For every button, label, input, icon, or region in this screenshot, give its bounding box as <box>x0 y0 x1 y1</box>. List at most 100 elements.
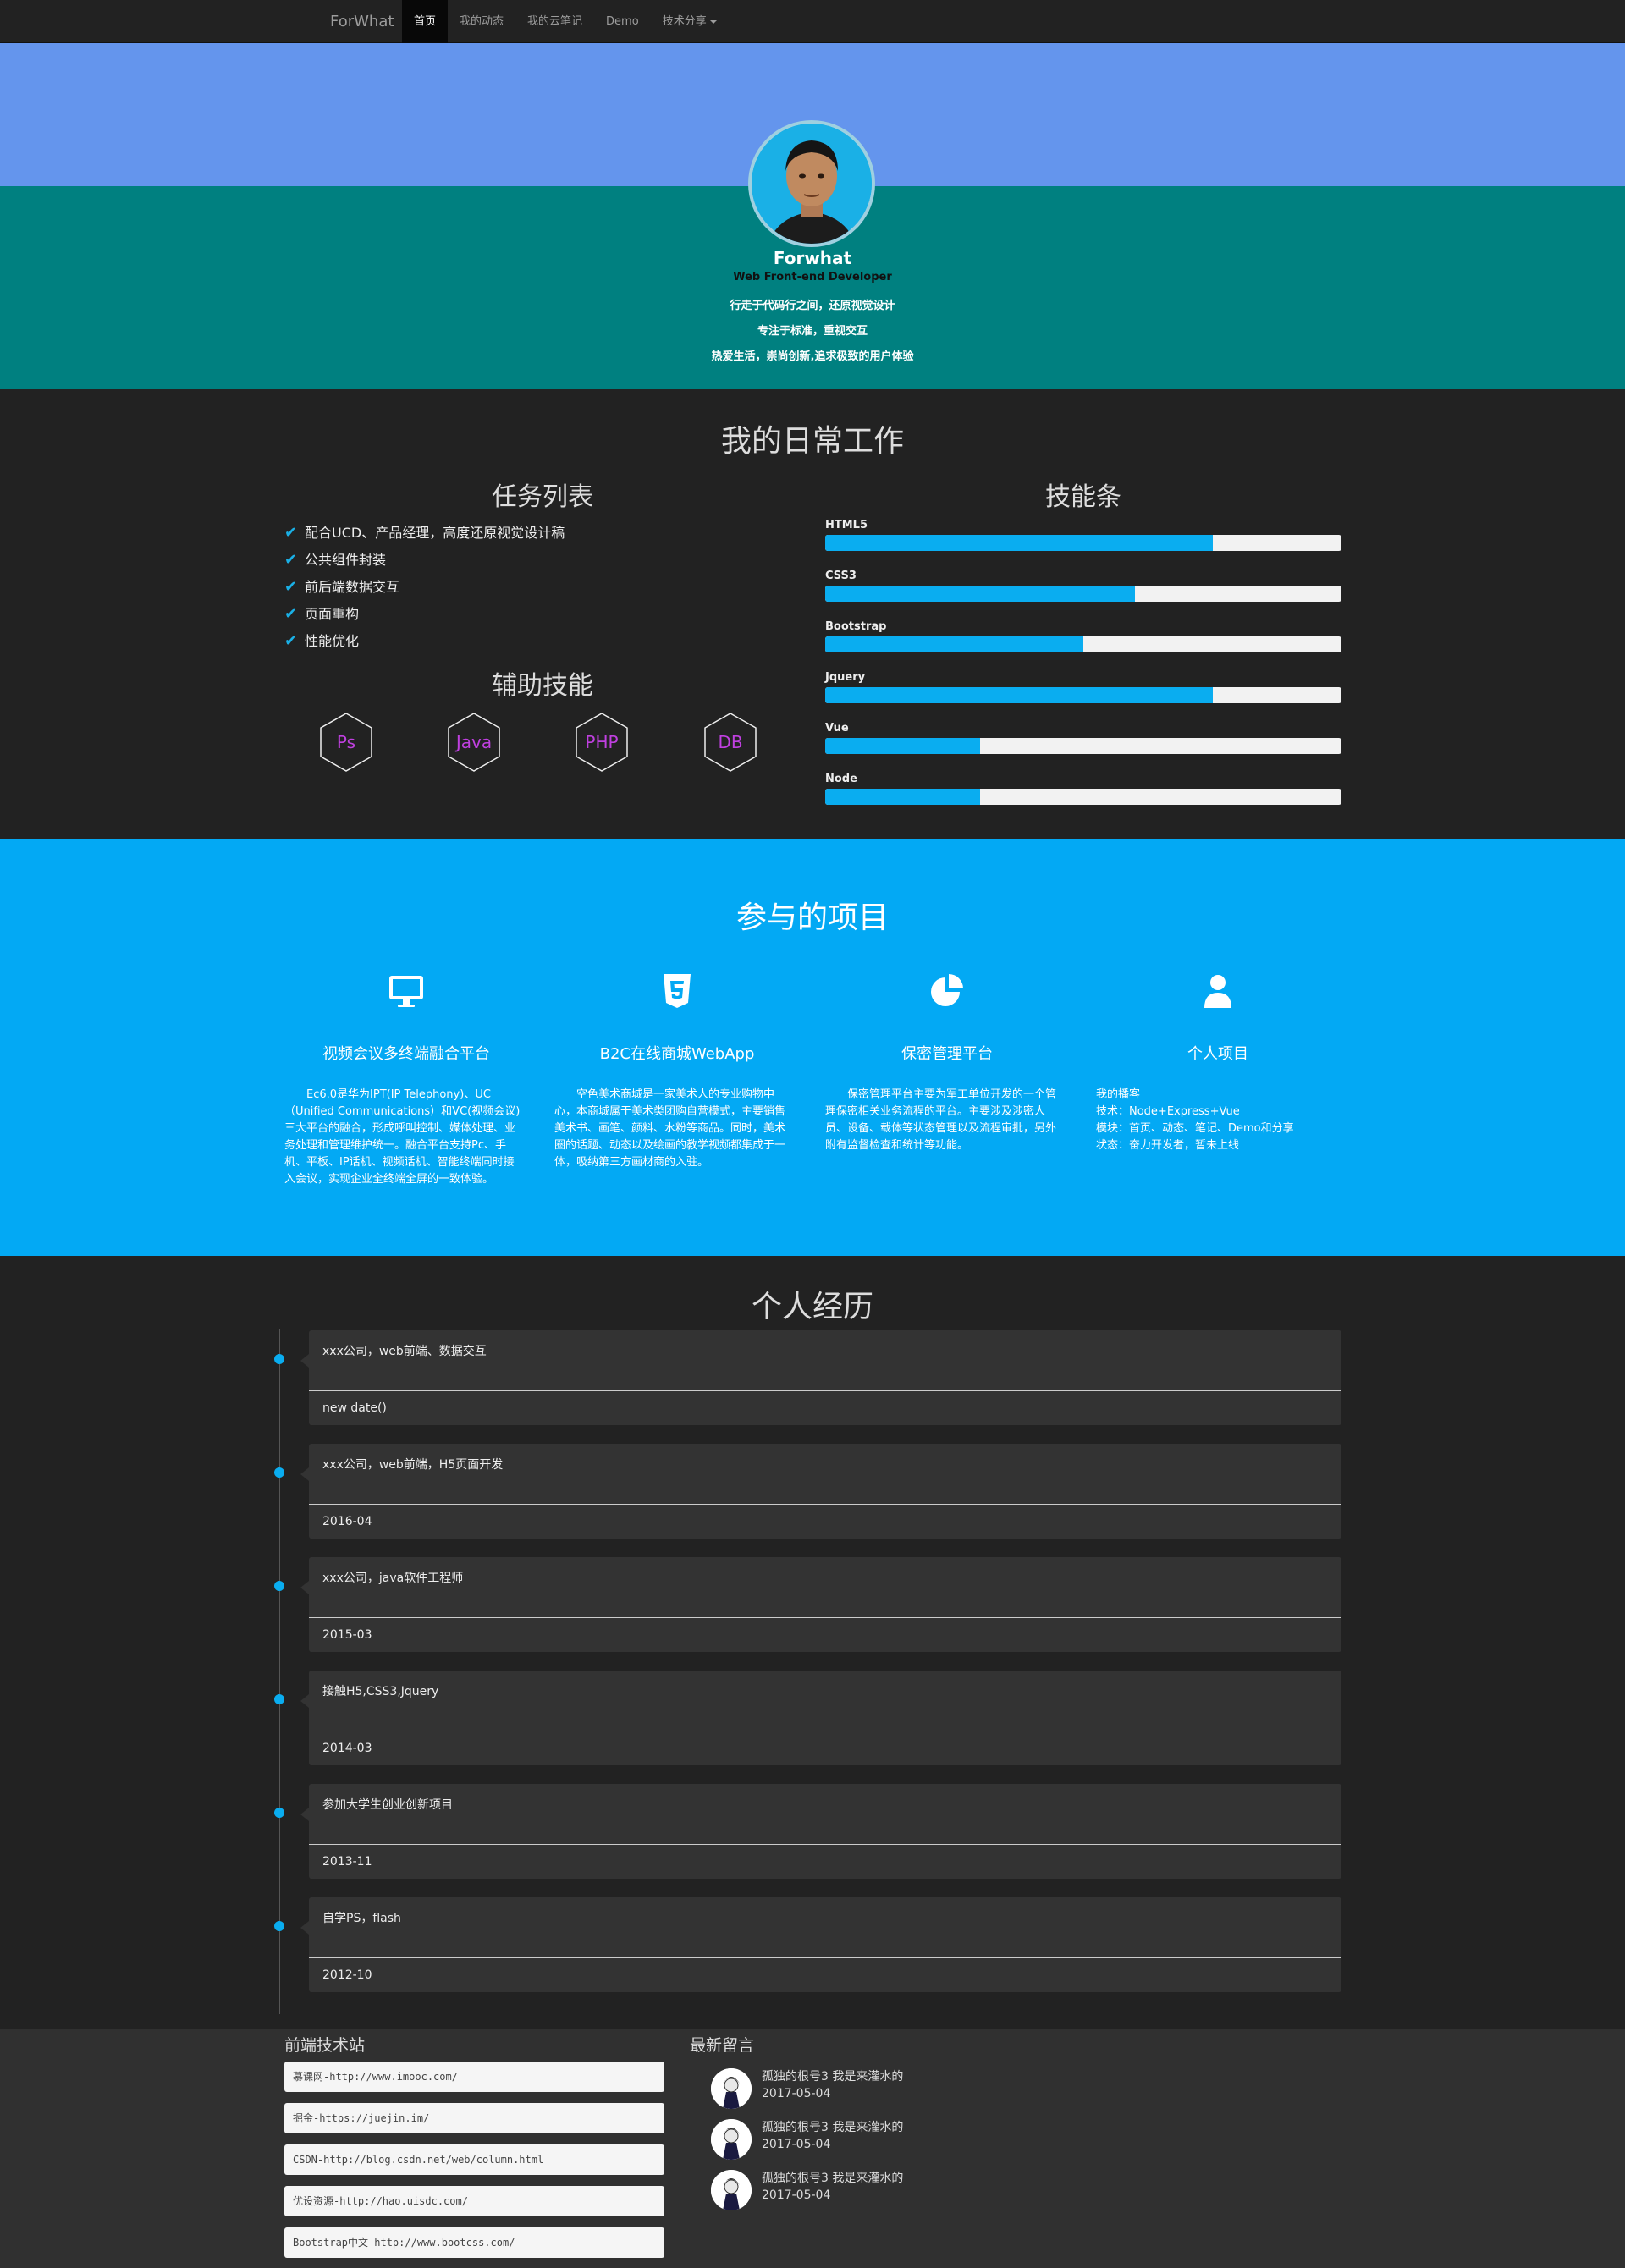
skill-label: Vue <box>825 722 849 735</box>
tech-site-link[interactable]: 优设资源-http://hao.uisdc.com/ <box>284 2186 664 2216</box>
timeline-card-arrow <box>300 1354 309 1368</box>
html5-icon <box>658 972 696 1010</box>
hex-skill-label: Ps <box>336 732 356 752</box>
message-text: 孤独的根号3 我是来灌水的 <box>762 2070 904 2084</box>
nav-item-demo[interactable]: Demo <box>594 0 651 43</box>
project-description: 保密管理平台主要为军工单位开发的一个管理保密相关业务流程的平台。主要涉及涉密人员… <box>825 1088 1057 1152</box>
message-item: 孤独的根号3 我是来灌水的 2017-05-04 <box>762 2170 903 2204</box>
timeline-text: 自学PS，flash <box>322 1912 401 1925</box>
message-item: 孤独的根号3 我是来灌水的 2017-05-04 <box>762 2119 903 2153</box>
timeline-dot <box>274 1467 284 1478</box>
profile-tagline: 行走于代码行之间，还原视觉设计 <box>730 300 895 312</box>
check-icon: ✔ <box>284 551 298 569</box>
experience-title: 个人经历 <box>751 1290 873 1324</box>
project-name[interactable]: 视频会议多终端融合平台 <box>279 1042 533 1064</box>
project-desc-line: 状态：奋力开发者，暂未上线 <box>1096 1139 1240 1152</box>
task-list-title: 任务列表 <box>492 482 593 512</box>
timeline-text: xxx公司，java软件工程师 <box>322 1572 464 1585</box>
timeline-separator <box>309 1390 1341 1391</box>
task-text: 页面重构 <box>305 606 360 622</box>
task-text: 前后端数据交互 <box>305 579 400 595</box>
project-desc-line: 技术：Node+Express+Vue <box>1096 1105 1240 1118</box>
message-item: 孤独的根号3 我是来灌水的 2017-05-04 <box>762 2068 903 2102</box>
timeline-dot <box>274 1921 284 1931</box>
task-text: 性能优化 <box>305 633 360 649</box>
project-description: 空色美术商城是一家美术人的专业购物中心，本商城属于美术类团购自营模式，主要销售美… <box>554 1088 786 1169</box>
hex-skill-label: DB <box>718 732 743 752</box>
skill-bar <box>825 636 1341 652</box>
task-item: ✔ 配合UCD、产品经理，高度还原视觉设计稿 <box>284 520 565 547</box>
hex-skill-db: DB <box>703 712 757 773</box>
task-item: ✔ 前后端数据交互 <box>284 574 565 601</box>
timeline-date: 2014-03 <box>322 1742 372 1755</box>
tech-site-link[interactable]: 掘金-https://juejin.im/ <box>284 2103 664 2133</box>
skill-bar-fill <box>825 636 1083 652</box>
skill-bar <box>825 738 1341 754</box>
timeline-card-arrow <box>300 1467 309 1481</box>
monitor-icon <box>388 972 425 1010</box>
hex-skill-ps: Ps <box>319 712 373 773</box>
skill-label: Bootstrap <box>825 620 887 633</box>
hex-skill-java: Java <box>447 712 501 773</box>
caret-down-icon <box>709 19 717 24</box>
skill-bar-fill <box>825 535 1213 551</box>
skill-bar <box>825 586 1341 602</box>
nav-item-tech-share[interactable]: 技术分享 <box>651 0 729 43</box>
timeline-card-arrow <box>300 1921 309 1935</box>
message-avatar <box>711 2119 752 2160</box>
skill-bar <box>825 535 1341 551</box>
timeline-card-arrow <box>300 1808 309 1821</box>
task-text: 配合UCD、产品经理，高度还原视觉设计稿 <box>305 525 565 541</box>
timeline-text: xxx公司，web前端、数据交互 <box>322 1345 487 1358</box>
tech-site-link[interactable]: CSDN-http://blog.csdn.net/web/column.htm… <box>284 2144 664 2175</box>
timeline-dot <box>274 1694 284 1704</box>
timeline-text: xxx公司，web前端，H5页面开发 <box>322 1458 504 1472</box>
message-text: 孤独的根号3 我是来灌水的 <box>762 2121 904 2134</box>
task-list: ✔ 配合UCD、产品经理，高度还原视觉设计稿 ✔ 公共组件封装 ✔ 前后端数据交互 ✔… <box>284 520 565 655</box>
timeline-card-arrow <box>300 1694 309 1708</box>
nav-item-home[interactable]: 首页 <box>402 0 449 43</box>
timeline-card: 接触H5,CSS3,Jquery 2014-03 <box>300 1671 1341 1765</box>
project-description: 我的播客 技术：Node+Express+Vue 模块：首页、动态、笔记、Dem… <box>1096 1087 1333 1154</box>
check-icon: ✔ <box>284 632 298 650</box>
pie-chart-icon <box>928 972 966 1010</box>
skill-label: HTML5 <box>825 519 868 531</box>
links-title: 前端技术站 <box>284 2036 366 2055</box>
timeline-card-arrow <box>300 1581 309 1594</box>
message-text: 孤独的根号3 我是来灌水的 <box>762 2172 904 2185</box>
message-avatar <box>711 2170 752 2210</box>
check-icon: ✔ <box>284 578 298 596</box>
timeline-date: new date() <box>322 1401 387 1415</box>
hex-skill-label: PHP <box>585 732 619 752</box>
profile-title: Web Front-end Developer <box>733 271 892 284</box>
timeline-date: 2016-04 <box>322 1515 372 1528</box>
timeline-separator <box>309 1504 1341 1505</box>
project-name[interactable]: B2C在线商城WebApp <box>550 1042 804 1064</box>
project-name[interactable]: 保密管理平台 <box>820 1042 1074 1064</box>
nav-menu: 首页 我的动态 我的云笔记 Demo 技术分享 <box>402 0 729 43</box>
navbar: ForWhat 首页 我的动态 我的云笔记 Demo 技术分享 <box>0 0 1625 43</box>
timeline-card: 参加大学生创业创新项目 2013-11 <box>300 1784 1341 1879</box>
brand-link[interactable]: ForWhat <box>330 0 394 43</box>
daily-work-title: 我的日常工作 <box>720 424 904 459</box>
tech-site-link[interactable]: Bootstrap中文-http://www.bootcss.com/ <box>284 2227 664 2258</box>
project-name[interactable]: 个人项目 <box>1091 1042 1345 1064</box>
tech-site-link[interactable]: 慕课网-http://www.imooc.com/ <box>284 2062 664 2092</box>
nav-item-notes[interactable]: 我的云笔记 <box>515 0 594 43</box>
nav-item-tech-share-label: 技术分享 <box>662 15 707 28</box>
project-description: Ec6.0是华为IPT(IP Telephony)、UC（Unified Com… <box>284 1088 521 1186</box>
check-icon: ✔ <box>284 524 298 542</box>
timeline-card: 自学PS，flash 2012-10 <box>300 1897 1341 1992</box>
skill-bar-fill <box>825 586 1135 602</box>
message-avatar <box>711 2068 752 2109</box>
projects-title: 参与的项目 <box>735 900 889 935</box>
check-icon: ✔ <box>284 605 298 623</box>
messages-title: 最新留言 <box>690 2036 755 2055</box>
skill-bar-fill <box>825 738 980 754</box>
profile-tagline: 专注于标准，重视交互 <box>757 325 868 338</box>
timeline-date: 2015-03 <box>322 1628 372 1642</box>
timeline-text: 参加大学生创业创新项目 <box>322 1798 453 1812</box>
timeline-line <box>279 1329 280 2014</box>
skill-label: Jquery <box>825 671 866 684</box>
nav-item-activity[interactable]: 我的动态 <box>448 0 515 43</box>
